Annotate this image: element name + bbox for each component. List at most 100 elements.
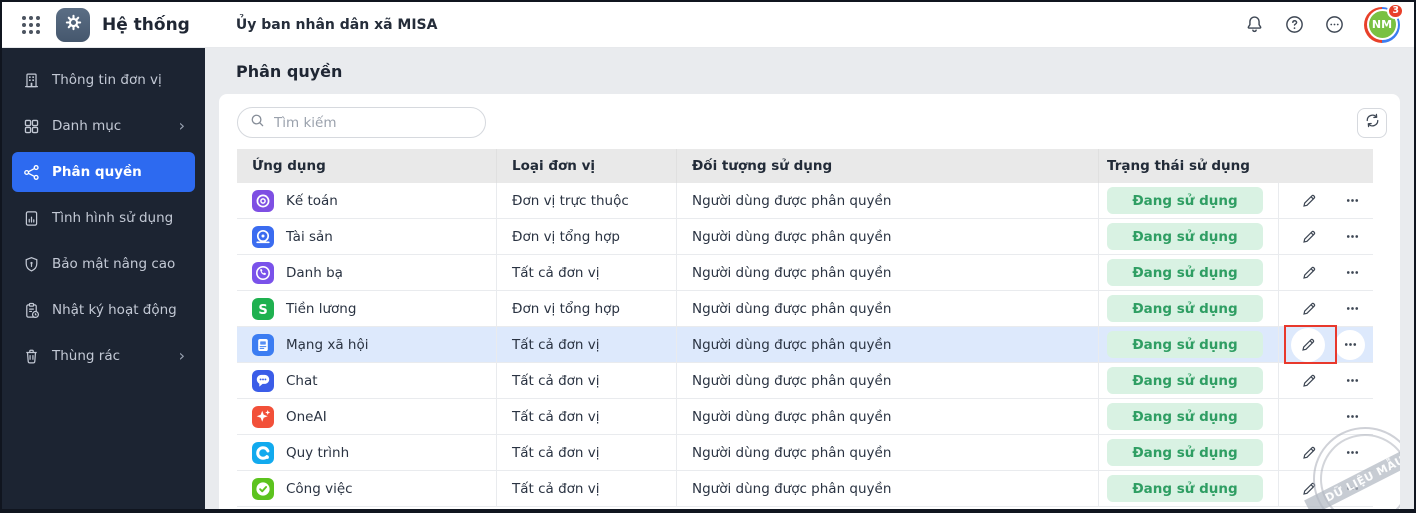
gear-icon	[63, 12, 84, 37]
app-name: Mạng xã hội	[286, 336, 369, 353]
sidebar-item-nhat-ky-hoat-dong[interactable]: Nhật ký hoạt động	[12, 290, 195, 330]
help-icon[interactable]	[1284, 14, 1305, 35]
sidebar-item-thong-tin-don-vi[interactable]: Thông tin đơn vị	[12, 60, 195, 100]
row-more-actions-button[interactable]	[1337, 401, 1367, 433]
unit-type-value: Tất cả đơn vị	[497, 327, 677, 362]
row-more-actions-button[interactable]	[1337, 437, 1367, 469]
status-badge: Đang sử dụng	[1107, 331, 1263, 358]
chat-app-icon	[252, 369, 274, 392]
row-more-actions-button[interactable]	[1337, 473, 1367, 505]
more-menu-icon[interactable]	[1324, 14, 1345, 35]
row-more-actions-button[interactable]	[1337, 257, 1367, 289]
grid-icon	[22, 118, 40, 135]
edit-pencil-button[interactable]	[1291, 257, 1327, 289]
edit-pencil-button[interactable]	[1291, 473, 1327, 505]
unit-type-value: Tất cả đơn vị	[497, 471, 677, 506]
table-row-ke-toan[interactable]: Kế toán Đơn vị trực thuộc Người dùng đượ…	[237, 183, 1373, 219]
system-app-logo[interactable]	[56, 7, 90, 42]
edit-pencil-button[interactable]	[1291, 365, 1327, 397]
status-badge: Đang sử dụng	[1107, 475, 1263, 502]
app-name: Chat	[286, 372, 318, 389]
app-title: Hệ thống	[102, 14, 190, 35]
svg-text:S: S	[258, 302, 267, 317]
share-nodes-icon	[22, 164, 40, 181]
clipboard-clock-icon	[22, 302, 40, 319]
row-more-actions-button[interactable]	[1337, 221, 1367, 253]
refresh-icon	[1364, 112, 1381, 133]
doc-chart-icon	[22, 210, 40, 227]
column-header-app: Ứng dụng	[237, 149, 497, 183]
table-row-danh-ba[interactable]: Danh bạ Tất cả đơn vị Người dùng được ph…	[237, 255, 1373, 291]
notification-bell-icon[interactable]	[1244, 14, 1265, 35]
unit-type-value: Đơn vị tổng hợp	[497, 291, 677, 326]
sidebar-item-tinh-hinh-su-dung[interactable]: Tình hình sử dụng	[12, 198, 195, 238]
sidebar-item-label: Thùng rác	[52, 348, 121, 364]
audience-value: Người dùng được phân quyền	[677, 363, 1099, 398]
sidebar-item-thung-rac[interactable]: Thùng rác ›	[12, 336, 195, 376]
cong-viec-app-icon	[252, 477, 274, 500]
content-area: Phân quyền Tìm kiếm Ứng dụng Loại đơn vị…	[205, 48, 1414, 509]
danh-ba-app-icon	[252, 261, 274, 284]
app-name: OneAI	[286, 408, 327, 425]
column-header-actions	[1279, 149, 1373, 183]
app-window: Hệ thống Ủy ban nhân dân xã MISA NM 3 Th…	[0, 0, 1416, 513]
table-header-row: Ứng dụng Loại đơn vị Đối tượng sử dụng T…	[237, 149, 1373, 183]
ke-toan-app-icon	[252, 189, 274, 212]
user-avatar[interactable]: NM 3	[1364, 2, 1404, 43]
status-badge: Đang sử dụng	[1107, 439, 1263, 466]
oneai-app-icon	[252, 405, 274, 428]
edit-pencil-button[interactable]	[1291, 437, 1327, 469]
table-row-tien-luong[interactable]: S Tiền lương Đơn vị tổng hợp Người dùng …	[237, 291, 1373, 327]
column-header-unit-type: Loại đơn vị	[497, 149, 677, 183]
table-row-oneai[interactable]: OneAI Tất cả đơn vị Người dùng được phân…	[237, 399, 1373, 435]
column-header-audience: Đối tượng sử dụng	[677, 149, 1099, 183]
search-box[interactable]	[237, 107, 486, 138]
sidebar-item-label: Nhật ký hoạt động	[52, 302, 177, 318]
edit-pencil-button[interactable]	[1291, 185, 1327, 217]
sidebar-item-label: Danh mục	[52, 118, 122, 134]
status-badge: Đang sử dụng	[1107, 187, 1263, 214]
table-row-tai-san[interactable]: Tài sản Đơn vị tổng hợp Người dùng được …	[237, 219, 1373, 255]
audience-value: Người dùng được phân quyền	[677, 255, 1099, 290]
sidebar-item-label: Tình hình sử dụng	[52, 210, 174, 226]
status-badge: Đang sử dụng	[1107, 367, 1263, 394]
table-row-cong-viec[interactable]: Công việc Tất cả đơn vị Người dùng được …	[237, 471, 1373, 507]
edit-pencil-button[interactable]	[1291, 327, 1325, 362]
chevron-right-icon: ›	[178, 116, 185, 135]
status-badge: Đang sử dụng	[1107, 223, 1263, 250]
page-title: Phân quyền	[236, 62, 343, 81]
app-name: Quy trình	[286, 444, 350, 461]
table-row-mang-xa-hoi[interactable]: Mạng xã hội Tất cả đơn vị Người dùng đượ…	[237, 325, 1373, 364]
permissions-table: Ứng dụng Loại đơn vị Đối tượng sử dụng T…	[237, 149, 1373, 507]
sidebar-item-danh-muc[interactable]: Danh mục ›	[12, 106, 195, 146]
app-launcher-grid-icon[interactable]	[22, 15, 40, 34]
refresh-button[interactable]	[1357, 107, 1387, 138]
audience-value: Người dùng được phân quyền	[677, 219, 1099, 254]
sidebar-item-label: Phân quyền	[52, 164, 142, 180]
app-name: Kế toán	[286, 192, 338, 209]
sidebar-item-bao-mat-nang-cao[interactable]: Bảo mật nâng cao	[12, 244, 195, 284]
permissions-panel: Ứng dụng Loại đơn vị Đối tượng sử dụng T…	[219, 94, 1400, 509]
app-name: Công việc	[286, 480, 353, 497]
notification-count-badge: 3	[1387, 2, 1404, 19]
search-input[interactable]	[274, 114, 473, 131]
sidebar: Thông tin đơn vị Danh mục › Phân quyền T…	[2, 48, 205, 509]
sidebar-item-label: Thông tin đơn vị	[52, 72, 162, 88]
mang-xa-hoi-app-icon	[252, 333, 274, 356]
sidebar-item-phan-quyen[interactable]: Phân quyền	[12, 152, 195, 192]
column-header-status: Trạng thái sử dụng	[1107, 158, 1250, 174]
table-row-chat[interactable]: Chat Tất cả đơn vị Người dùng được phân …	[237, 363, 1373, 399]
row-more-actions-button[interactable]	[1337, 293, 1367, 325]
table-row-quy-trinh[interactable]: Quy trình Tất cả đơn vị Người dùng được …	[237, 435, 1373, 471]
row-more-actions-button[interactable]	[1335, 329, 1365, 360]
unit-type-value: Đơn vị trực thuộc	[497, 183, 677, 218]
audience-value: Người dùng được phân quyền	[677, 327, 1099, 362]
search-icon	[250, 113, 265, 132]
row-more-actions-button[interactable]	[1337, 365, 1367, 397]
audience-value: Người dùng được phân quyền	[677, 183, 1099, 218]
edit-pencil-button[interactable]	[1291, 221, 1327, 253]
row-more-actions-button[interactable]	[1337, 185, 1367, 217]
edit-pencil-button[interactable]	[1291, 293, 1327, 325]
app-name: Danh bạ	[286, 264, 343, 281]
status-badge: Đang sử dụng	[1107, 295, 1263, 322]
